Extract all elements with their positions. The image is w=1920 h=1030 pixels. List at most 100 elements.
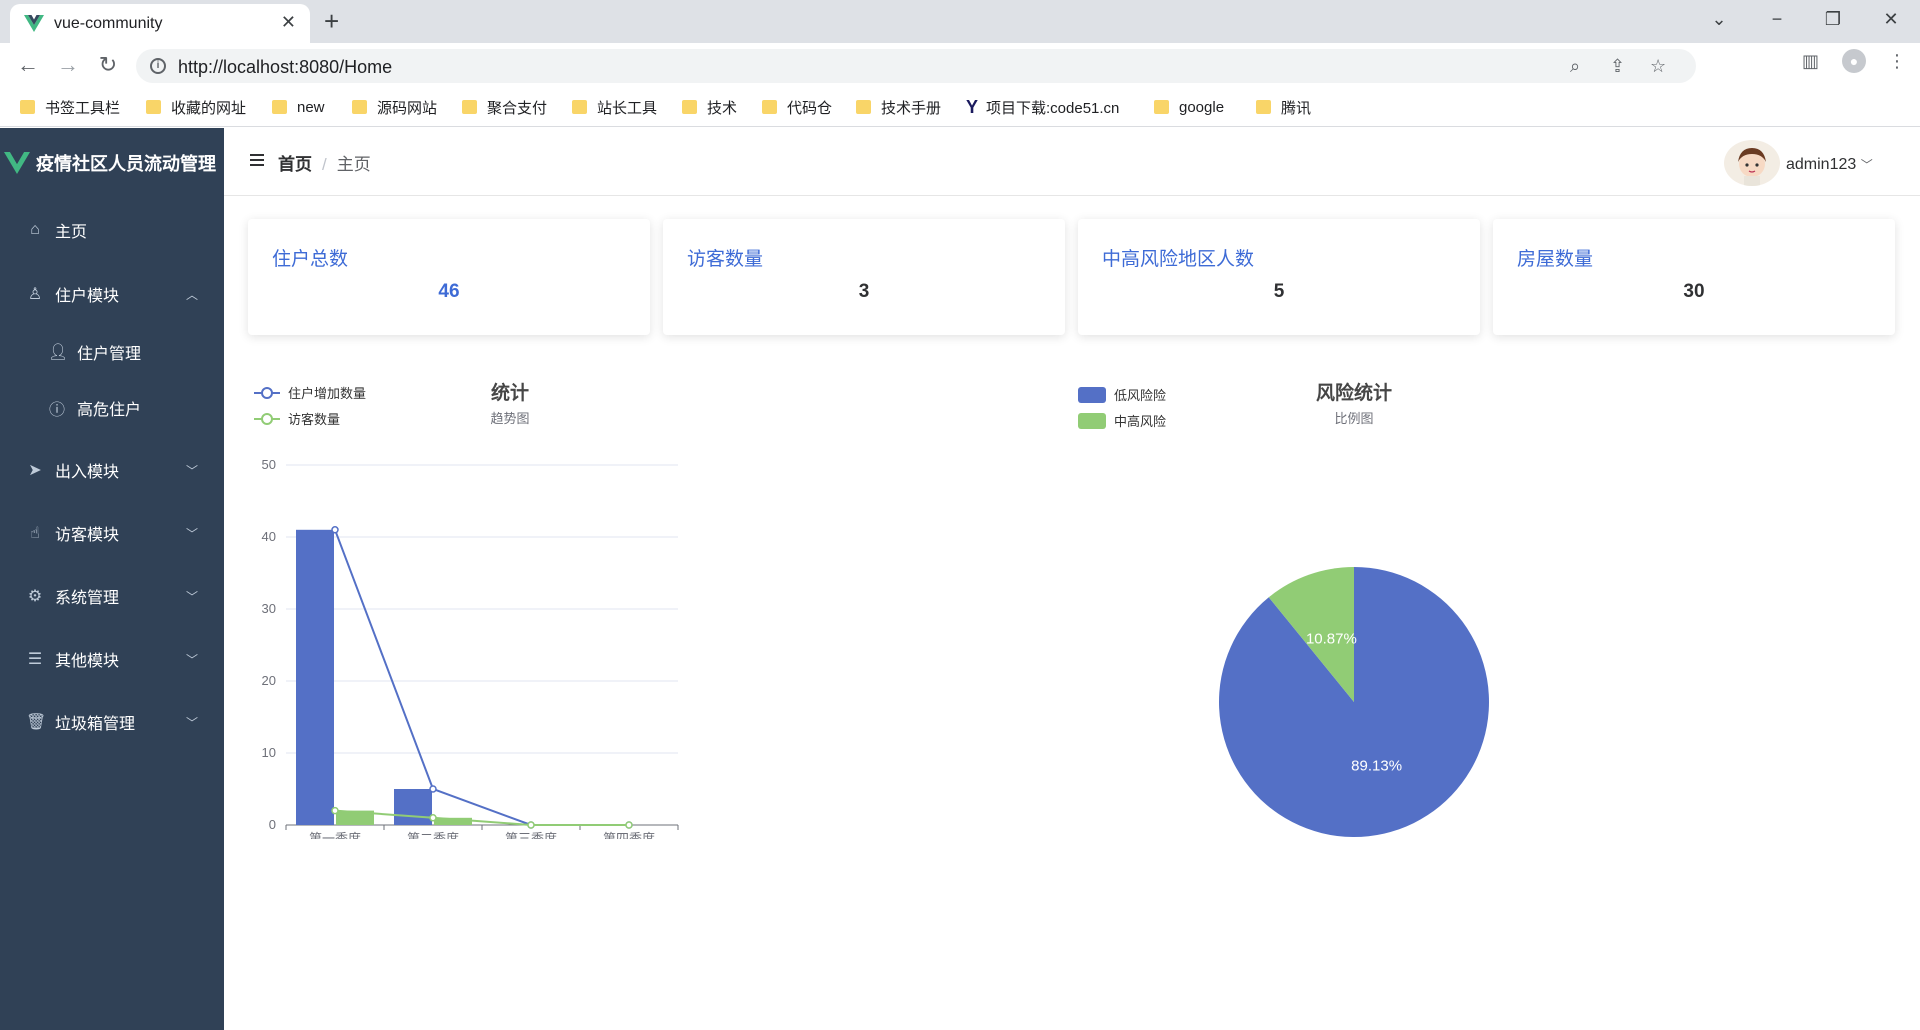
reload-icon[interactable]: ↻: [94, 51, 122, 79]
legend-item-low-risk[interactable]: 低风险险: [1078, 387, 1166, 403]
bookmark-item[interactable]: 聚合支付: [462, 97, 547, 117]
dashboard-main: 住户总数 46 访客数量 3 中高风险地区人数 5 房屋数量 30 住户增加数量…: [224, 197, 1920, 1030]
forward-icon[interactable]: →: [54, 51, 82, 79]
stat-value: 3: [858, 281, 870, 302]
tab-search-icon[interactable]: ⌄: [1704, 6, 1734, 32]
menu-item-access-module[interactable]: ➤ 出入模块 ﹀: [0, 450, 224, 490]
list-icon: ☰: [27, 651, 43, 668]
menu-item-other-module[interactable]: ☰ 其他模块 ﹀: [0, 639, 224, 679]
back-icon[interactable]: ←: [14, 51, 42, 79]
zoom-icon[interactable]: ⌕: [1570, 56, 1580, 77]
hamburger-icon[interactable]: [250, 154, 264, 166]
browser-tab[interactable]: vue-community ✕: [10, 4, 310, 43]
tab-close-icon[interactable]: ✕: [281, 12, 296, 33]
menu-item-home[interactable]: ⌂ 主页: [0, 210, 224, 250]
browser-toolbar: ← → ↻ i http://localhost:8080/Home ⌕ ⇪ ☆: [0, 43, 1920, 87]
bookmark-item[interactable]: new: [272, 97, 325, 117]
folder-icon: [20, 100, 35, 114]
profile-icon[interactable]: ●: [1842, 49, 1866, 73]
bookmark-item[interactable]: 技术手册: [856, 97, 941, 117]
user-icon: ♙: [27, 286, 43, 303]
avatar[interactable]: [1724, 140, 1780, 186]
username-dropdown[interactable]: admin123 ﹀: [1786, 156, 1873, 174]
share-icon[interactable]: ⇪: [1610, 56, 1625, 77]
trash-icon: 🗑︎: [26, 714, 47, 731]
x-tick-label: 第一季度: [309, 831, 361, 839]
bookmark-item[interactable]: 技术: [682, 97, 737, 117]
bookmark-item[interactable]: google: [1154, 97, 1224, 117]
chevron-down-icon: ﹀: [186, 463, 199, 478]
send-icon: ➤: [28, 462, 42, 479]
stat-card-houses: 房屋数量 30: [1493, 219, 1895, 335]
bookmark-item[interactable]: 腾讯: [1256, 97, 1311, 117]
chart-legend: 低风险险 中高风险: [1078, 387, 1166, 429]
new-tab-button[interactable]: +: [324, 6, 339, 36]
restore-icon[interactable]: ❐: [1818, 6, 1848, 32]
warning-circle-icon: ⓘ: [48, 402, 65, 419]
y-tick-label: 50: [262, 457, 276, 472]
folder-icon: [682, 100, 697, 114]
legend-item-visitors[interactable]: 访客数量: [254, 412, 340, 427]
bookmark-item[interactable]: 源码网站: [352, 97, 437, 117]
breadcrumb-separator: /: [322, 155, 327, 174]
bar: [394, 789, 432, 825]
folder-icon: [272, 100, 287, 114]
chevron-down-icon: ﹀: [1860, 158, 1873, 172]
stat-value: 30: [1683, 281, 1705, 302]
tab-title: vue-community: [54, 15, 163, 32]
bookmark-item[interactable]: 代码仓: [762, 97, 832, 117]
bookmark-star-icon[interactable]: ☆: [1650, 56, 1666, 77]
legend-item-mid-high-risk[interactable]: 中高风险: [1078, 413, 1166, 429]
browser-menu-icon[interactable]: ⋮: [1888, 51, 1906, 72]
risk-pie-chart: 低风险险 中高风险 风险统计 比例图 89.13% 10.87%: [1078, 381, 1489, 837]
stat-card-residents: 住户总数 46: [248, 219, 650, 335]
menu-item-system-manage[interactable]: ⚙ 系统管理 ﹀: [0, 576, 224, 616]
chart-legend: 住户增加数量 访客数量: [254, 386, 366, 427]
menu-item-trash-manage[interactable]: 🗑︎ 垃圾箱管理 ﹀: [0, 702, 224, 742]
sidebar: 疫情社区人员流动管理 ⌂ 主页 ♙ 住户模块 ︿ 👤︎ 住户管理 ⓘ 高危住户 …: [0, 128, 224, 1030]
svg-text:中高风险: 中高风险: [1114, 414, 1166, 429]
menu-item-resident-module[interactable]: ♙ 住户模块 ︿: [0, 274, 224, 314]
line-point: [527, 821, 535, 829]
side-panel-icon[interactable]: ▥: [1802, 51, 1819, 72]
avatar-image: [1738, 148, 1766, 186]
vue-favicon-icon: [24, 15, 44, 32]
folder-icon: [1256, 100, 1271, 114]
series-line: [334, 529, 629, 826]
bookmark-item[interactable]: 收藏的网址: [146, 97, 246, 117]
thumb-icon: ☝: [30, 525, 40, 542]
legend-item-residents[interactable]: 住户增加数量: [254, 386, 366, 401]
stat-card-visitors: 访客数量 3: [663, 219, 1065, 335]
app-header: 首页 / 主页 admin123 ﹀: [224, 128, 1920, 196]
bookmark-item[interactable]: 站长工具: [572, 97, 657, 117]
x-tick-label: 第四季度: [603, 831, 655, 839]
minimize-icon[interactable]: −: [1762, 6, 1792, 32]
pie-label: 89.13%: [1351, 758, 1402, 775]
bookmark-item[interactable]: 书签工具栏: [20, 97, 120, 117]
menu-item-visitor-module[interactable]: ☝ 访客模块 ﹀: [0, 513, 224, 553]
folder-icon: [146, 100, 161, 114]
svg-text:访客数量: 访客数量: [288, 412, 340, 427]
y-tick-label: 0: [269, 817, 276, 832]
chart-subtitle: 趋势图: [490, 411, 529, 426]
svg-text:住户增加数量: 住户增加数量: [288, 386, 366, 401]
chart-subtitle: 比例图: [1334, 411, 1373, 426]
home-icon: ⌂: [30, 221, 40, 238]
menu-item-high-risk-resident[interactable]: ⓘ 高危住户: [0, 388, 224, 428]
breadcrumb-home[interactable]: 首页: [278, 155, 312, 174]
address-url[interactable]: http://localhost:8080/Home: [178, 57, 392, 78]
folder-icon: [1154, 100, 1169, 114]
folder-icon: [462, 100, 477, 114]
chart-title: 统计: [491, 381, 529, 404]
vue-logo-icon: [4, 152, 30, 174]
chevron-down-icon: ﹀: [186, 715, 199, 730]
folder-icon: [856, 100, 871, 114]
line-point: [331, 526, 339, 534]
site-info-icon[interactable]: i: [150, 58, 166, 74]
address-bar[interactable]: i http://localhost:8080/Home ⌕ ⇪ ☆: [136, 49, 1696, 83]
chevron-down-icon: ﹀: [186, 589, 199, 604]
close-window-icon[interactable]: ✕: [1876, 6, 1906, 32]
trend-chart: 住户增加数量 访客数量 统计 趋势图 0 10 20 30 40 50 第一季度 第二季度 第三…: [254, 381, 679, 839]
bookmark-item[interactable]: Y 项目下载:code51.cn: [966, 97, 1119, 117]
menu-item-resident-manage[interactable]: 👤︎ 住户管理: [0, 332, 224, 372]
